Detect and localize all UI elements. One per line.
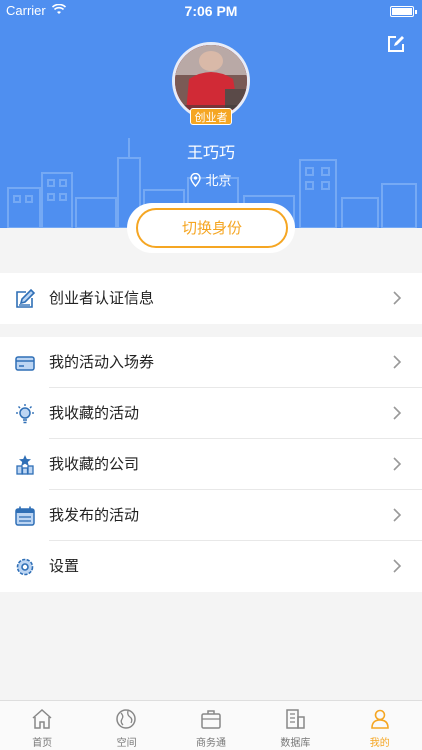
chevron-right-icon <box>393 457 402 471</box>
role-badge: 创业者 <box>190 108 232 125</box>
menu-item-label: 设置 <box>49 557 80 575</box>
calendar-icon <box>15 506 35 526</box>
tab-label: 首页 <box>32 738 53 749</box>
menu-item-label: 我收藏的公司 <box>49 455 140 473</box>
menu-item-fav-companies[interactable]: 我收藏的公司 <box>0 439 422 490</box>
tab-database[interactable]: 数据库 <box>253 701 337 750</box>
ticket-icon <box>15 356 35 371</box>
chevron-right-icon <box>393 291 402 305</box>
menu-item-label: 我发布的活动 <box>49 506 140 524</box>
status-time: 7:06 PM <box>184 3 238 19</box>
tab-mine[interactable]: 我的 <box>338 701 422 750</box>
battery-icon <box>390 6 417 17</box>
lightbulb-icon <box>16 404 34 424</box>
chevron-right-icon <box>393 559 402 573</box>
chevron-right-icon <box>393 355 402 369</box>
menu-item-cert-info[interactable]: 创业者认证信息 <box>0 273 422 324</box>
location-pin-icon <box>190 172 202 188</box>
menu-item-label: 创业者认证信息 <box>49 289 155 307</box>
chevron-right-icon <box>393 508 402 522</box>
globe-icon <box>116 709 137 729</box>
edit-icon <box>16 288 36 308</box>
chevron-right-icon <box>393 406 402 420</box>
user-location: 北京 <box>0 170 422 189</box>
status-bar: Carrier 7:06 PM <box>0 0 422 22</box>
briefcase-icon <box>201 710 221 729</box>
tab-label: 商务通 <box>195 738 226 749</box>
tab-space[interactable]: 空间 <box>84 701 168 750</box>
menu-item-my-events[interactable]: 我发布的活动 <box>0 490 422 541</box>
certification-section: 创业者认证信息 <box>0 273 422 324</box>
edit-profile-icon[interactable] <box>386 34 406 54</box>
menu-item-settings[interactable]: 设置 <box>0 541 422 592</box>
menu-item-fav-events[interactable]: 我收藏的活动 <box>0 388 422 439</box>
menu-item-label: 我的活动入场券 <box>49 353 155 371</box>
tab-home[interactable]: 首页 <box>0 701 84 750</box>
building-icon <box>286 709 305 729</box>
tab-business[interactable]: 商务通 <box>169 701 253 750</box>
user-icon <box>370 709 389 729</box>
tab-label: 空间 <box>116 738 137 749</box>
settings-icon <box>16 558 34 576</box>
tab-label: 我的 <box>369 738 390 749</box>
home-icon <box>32 708 52 729</box>
location-label: 北京 <box>205 174 232 189</box>
tab-label: 数据库 <box>280 738 311 749</box>
tab-bar: 首页 空间 商务通 数据库 我的 <box>0 700 422 750</box>
menu-item-label: 我收藏的活动 <box>49 404 140 422</box>
company-icon <box>16 455 34 475</box>
user-name: 王巧巧 <box>186 143 235 162</box>
menu-section: 我的活动入场券 我收藏的活动 我收藏的公司 我发布的活动 设置 <box>0 337 422 592</box>
switch-identity-button[interactable]: 切换身份 <box>136 208 288 248</box>
menu-item-tickets[interactable]: 我的活动入场券 <box>0 337 422 388</box>
